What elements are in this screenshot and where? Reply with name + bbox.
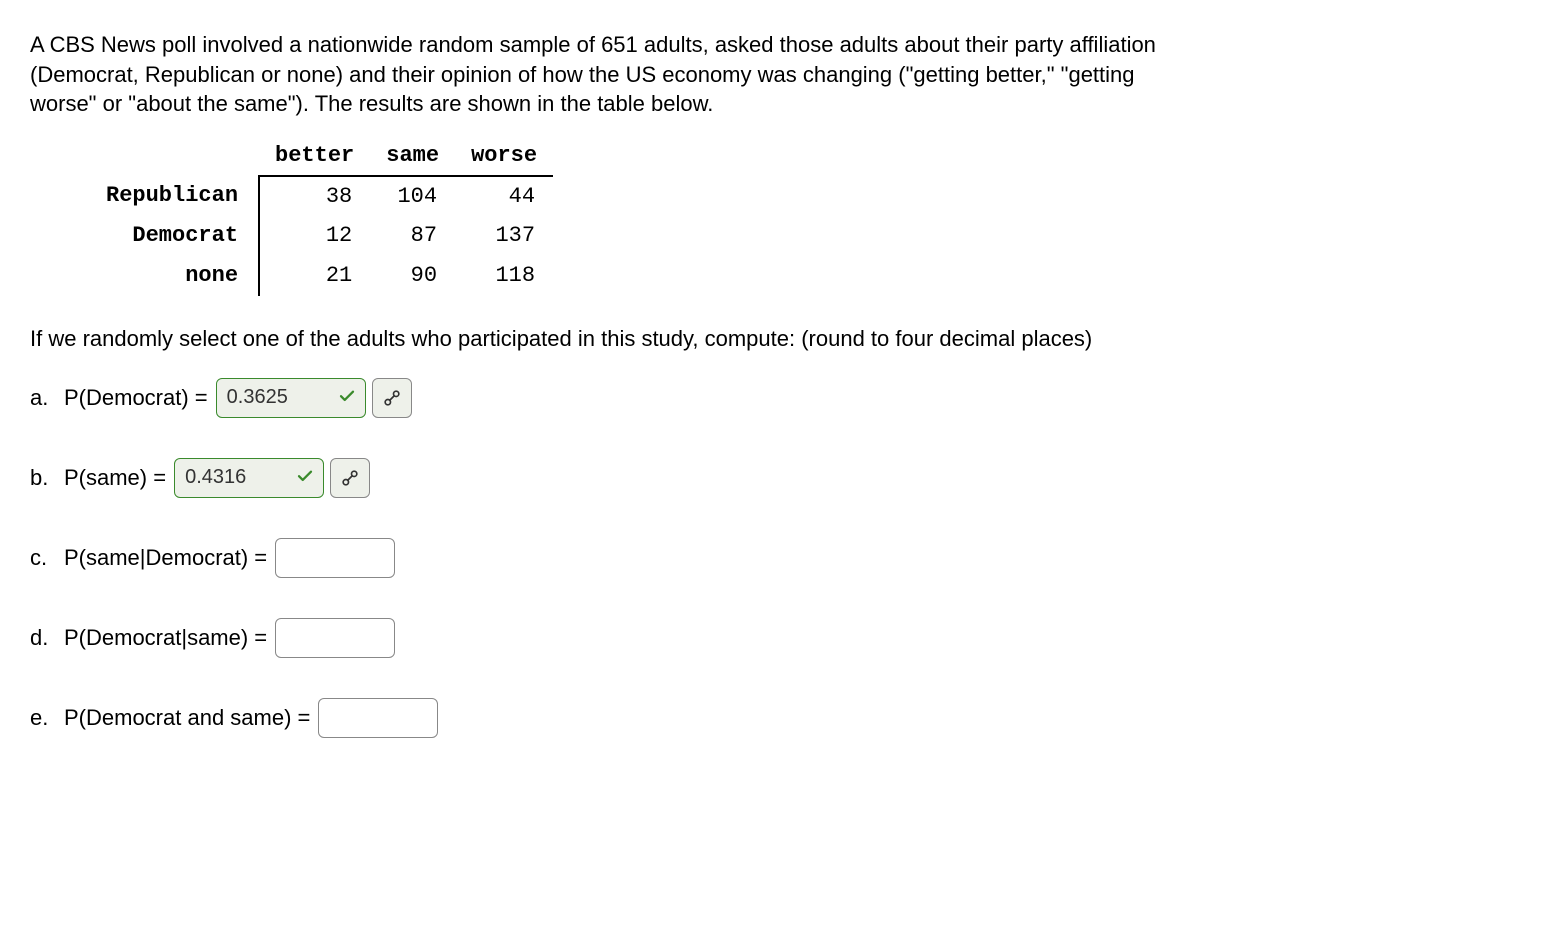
answer-input-c[interactable]	[275, 538, 395, 578]
col-header-better: better	[259, 137, 370, 176]
cell: 21	[259, 256, 370, 296]
question-e: e. P(Democrat and same) =	[30, 698, 1538, 738]
question-text: P(Democrat) =	[64, 383, 208, 413]
table-row: Democrat 12 87 137	[90, 216, 553, 256]
question-letter: b.	[30, 463, 64, 493]
retry-button[interactable]	[372, 378, 412, 418]
cell: 118	[455, 256, 553, 296]
retry-icon	[340, 468, 360, 488]
row-label-none: none	[90, 256, 259, 296]
question-letter: c.	[30, 543, 64, 573]
question-text: P(same) =	[64, 463, 166, 493]
question-text: P(Democrat|same) =	[64, 623, 267, 653]
question-text: P(Democrat and same) =	[64, 703, 310, 733]
cell: 104	[370, 176, 455, 217]
answer-input-a[interactable]	[216, 378, 366, 418]
row-label-republican: Republican	[90, 176, 259, 217]
retry-button[interactable]	[330, 458, 370, 498]
retry-icon	[382, 388, 402, 408]
cell: 90	[370, 256, 455, 296]
question-d: d. P(Democrat|same) =	[30, 618, 1538, 658]
table-row: none 21 90 118	[90, 256, 553, 296]
col-header-same: same	[370, 137, 455, 176]
question-intro: A CBS News poll involved a nationwide ra…	[30, 30, 1180, 119]
question-list: a. P(Democrat) = b. P(same) =	[30, 378, 1538, 738]
answer-input-b[interactable]	[174, 458, 324, 498]
question-text: P(same|Democrat) =	[64, 543, 267, 573]
cell: 12	[259, 216, 370, 256]
cell: 38	[259, 176, 370, 217]
table-row: Republican 38 104 44	[90, 176, 553, 217]
row-label-democrat: Democrat	[90, 216, 259, 256]
cell: 44	[455, 176, 553, 217]
question-letter: a.	[30, 383, 64, 413]
question-letter: e.	[30, 703, 64, 733]
instruction-text: If we randomly select one of the adults …	[30, 324, 1180, 354]
question-a: a. P(Democrat) =	[30, 378, 1538, 418]
question-letter: d.	[30, 623, 64, 653]
question-b: b. P(same) =	[30, 458, 1538, 498]
cell: 137	[455, 216, 553, 256]
data-table: better same worse Republican 38 104 44 D…	[90, 137, 553, 296]
answer-input-e[interactable]	[318, 698, 438, 738]
question-c: c. P(same|Democrat) =	[30, 538, 1538, 578]
cell: 87	[370, 216, 455, 256]
answer-input-d[interactable]	[275, 618, 395, 658]
col-header-worse: worse	[455, 137, 553, 176]
